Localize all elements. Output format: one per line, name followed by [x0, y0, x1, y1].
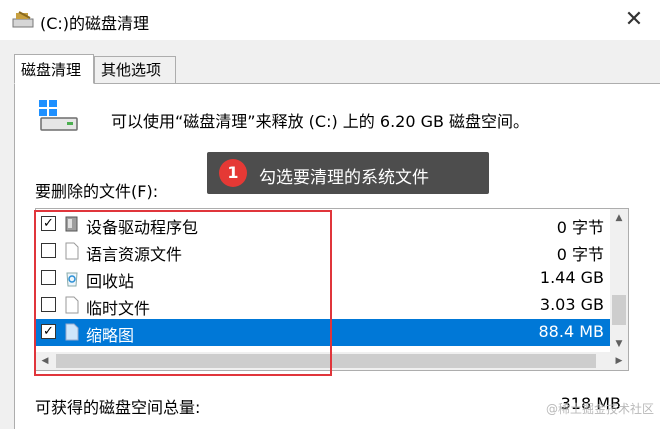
- file-size: 3.03 GB: [539, 295, 604, 314]
- annotation-tooltip: 1 勾选要清理的系统文件: [207, 152, 489, 194]
- scroll-right-arrow-icon[interactable]: ▶: [610, 352, 628, 370]
- file-size: 0 字节: [556, 245, 604, 264]
- file-size: 0 字节: [556, 218, 604, 237]
- list-item-temporary-files[interactable]: 临时文件 3.03 GB: [36, 292, 610, 319]
- file-name: 临时文件: [86, 299, 151, 318]
- horizontal-scroll-thumb[interactable]: [56, 354, 596, 368]
- vertical-scroll-thumb[interactable]: [612, 295, 626, 325]
- file-size: 1.44 GB: [539, 268, 604, 287]
- drive-icon: [39, 100, 78, 131]
- checkbox[interactable]: [41, 243, 56, 258]
- vertical-scrollbar[interactable]: ▲ ▼: [610, 209, 628, 353]
- step-number-badge: 1: [219, 159, 247, 187]
- tooltip-text: 勾选要清理的系统文件: [259, 168, 429, 188]
- list-item-thumbnails[interactable]: ✓ 缩略图 88.4 MB: [36, 319, 610, 346]
- file-name: 回收站: [86, 272, 135, 291]
- watermark: @稀土掘金技术社区: [545, 402, 654, 416]
- driver-package-icon: [65, 216, 78, 232]
- file-icon: [65, 242, 79, 260]
- disk-cleanup-panel: 可以使用“磁盘清理”来释放 (C:) 上的 6.20 GB 磁盘空间。 1 勾选…: [14, 83, 660, 429]
- scroll-up-arrow-icon[interactable]: ▲: [610, 209, 628, 227]
- checkbox[interactable]: ✓: [41, 324, 56, 339]
- file-icon: [65, 296, 79, 314]
- files-listbox[interactable]: ✓ 设备驱动程序包 0 字节 语言资源文件 0 字节 回收站 1.44 GB 临…: [35, 208, 629, 371]
- close-button[interactable]: ✕: [622, 8, 646, 32]
- recycle-bin-icon: [66, 272, 78, 287]
- tab-more-options[interactable]: 其他选项: [94, 56, 176, 84]
- disk-cleanup-app-icon: [12, 11, 34, 28]
- checkbox[interactable]: [41, 270, 56, 285]
- files-to-delete-label: 要删除的文件(F):: [35, 182, 159, 201]
- total-space-label: 可获得的磁盘空间总量:: [35, 398, 201, 417]
- summary-text: 可以使用“磁盘清理”来释放 (C:) 上的 6.20 GB 磁盘空间。: [111, 112, 530, 131]
- list-item-driver-packages[interactable]: ✓ 设备驱动程序包 0 字节: [36, 211, 610, 238]
- list-item-recycle-bin[interactable]: 回收站 1.44 GB: [36, 265, 610, 292]
- file-name: 缩略图: [86, 326, 135, 345]
- file-name: 设备驱动程序包: [86, 218, 199, 237]
- checkbox[interactable]: ✓: [41, 216, 56, 231]
- window-title: (C:)的磁盘清理: [40, 14, 150, 33]
- file-icon: [65, 323, 79, 341]
- list-item-language-resources[interactable]: 语言资源文件 0 字节: [36, 238, 610, 265]
- file-name: 语言资源文件: [86, 245, 183, 264]
- checkbox[interactable]: [41, 297, 56, 312]
- title-bar: (C:)的磁盘清理 ✕: [0, 0, 660, 40]
- scroll-left-arrow-icon[interactable]: ◀: [36, 352, 54, 370]
- horizontal-scrollbar[interactable]: ◀ ▶: [36, 352, 628, 370]
- tab-disk-cleanup[interactable]: 磁盘清理: [14, 54, 94, 84]
- scroll-down-arrow-icon[interactable]: ▼: [610, 335, 628, 353]
- file-size: 88.4 MB: [538, 322, 605, 341]
